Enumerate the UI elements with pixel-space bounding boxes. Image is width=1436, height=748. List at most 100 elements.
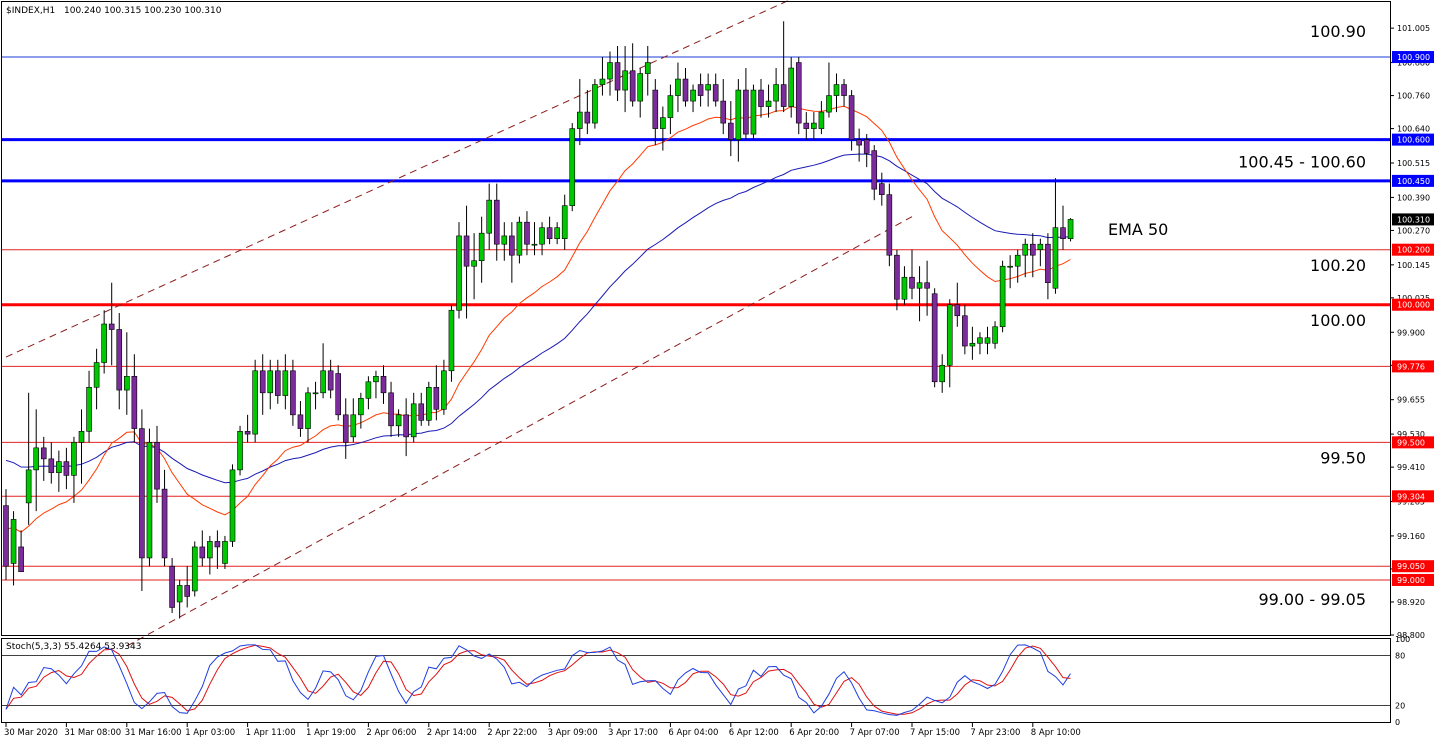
candle-body (305, 392, 311, 429)
candle-body (931, 293, 938, 383)
candle-body (327, 370, 334, 391)
candle-body (946, 304, 953, 366)
candle-body (773, 84, 779, 102)
candle-body (833, 84, 840, 96)
candle (229, 464, 236, 547)
time-tick-label: 2 Apr 14:00 (427, 728, 477, 738)
candle-body (637, 73, 644, 102)
time-tick-label: 6 Apr 04:00 (668, 728, 718, 738)
candle-body (425, 387, 432, 421)
candle-body (101, 323, 107, 363)
candle-body (1030, 243, 1036, 256)
price-tick-label: 100.515 (1397, 159, 1430, 168)
time-tick-label: 8 Apr 10:00 (1031, 728, 1081, 738)
candle (795, 57, 802, 135)
candle-body (290, 370, 296, 416)
level-annotation: 100.90 (1310, 22, 1366, 41)
price-tick-label: 99.900 (1397, 328, 1425, 337)
candle-body (40, 447, 47, 460)
price-tag-label: 100.900 (1397, 53, 1430, 62)
candle-body (999, 265, 1006, 328)
candle-body (448, 309, 455, 372)
candle-body (3, 505, 9, 567)
candle-body (780, 84, 787, 107)
time-tick-label: 31 Mar 08:00 (64, 728, 121, 738)
price-tag-label: 99.050 (1397, 562, 1425, 571)
candle-body (1022, 243, 1029, 256)
candle (592, 79, 598, 129)
candle-body (486, 199, 493, 234)
level-annotation: 100.45 - 100.60 (1238, 153, 1366, 172)
candle (191, 541, 198, 597)
ohlc-readout: 100.240 100.315 100.230 100.310 (64, 6, 222, 16)
level-annotation: 100.00 (1310, 311, 1366, 330)
candle-body (871, 150, 878, 190)
candle-body (456, 235, 462, 311)
time-tick-label: 7 Apr 23:00 (970, 728, 1020, 738)
candle (169, 557, 175, 613)
candle-body (1014, 254, 1021, 267)
candle-body (161, 488, 168, 559)
candle-body (750, 89, 757, 135)
candle-body (373, 375, 379, 383)
candle-body (901, 276, 908, 300)
candle (999, 260, 1006, 333)
price-tick-label: 101.005 (1397, 24, 1430, 33)
candle-body (493, 199, 500, 245)
price-tick-label: 99.410 (1397, 463, 1425, 472)
candle-body (237, 431, 243, 471)
candle-body (644, 62, 651, 74)
candle-body (124, 375, 130, 391)
candle-body (969, 342, 976, 347)
candle-body (184, 585, 190, 597)
price-tick-label: 99.160 (1397, 532, 1425, 541)
candle-body (10, 519, 17, 564)
candle (252, 359, 258, 443)
candle-body (622, 70, 628, 91)
candle-body (108, 323, 115, 330)
candle-body (116, 329, 123, 391)
candle-body (962, 315, 968, 347)
candlestick-chart: 100.90 100.45 - 100.60 EMA 50 100.20 100.00 9… (0, 0, 1436, 743)
candle-body (939, 364, 946, 383)
price-tick-label: 100.270 (1397, 226, 1430, 235)
candle-body (207, 541, 213, 559)
candle-body (267, 370, 274, 394)
candle-body (33, 447, 40, 471)
candle-body (992, 326, 998, 344)
candle-body (705, 84, 711, 91)
candle-body (501, 235, 508, 245)
price-tick-label: 100.145 (1397, 261, 1430, 270)
time-tick-label: 7 Apr 15:00 (910, 728, 960, 738)
price-tag-label: 100.000 (1397, 301, 1430, 310)
osc-tick-label: 0 (1395, 718, 1400, 727)
time-tick-label: 6 Apr 12:00 (729, 728, 779, 738)
candle-body (365, 381, 372, 399)
candle (750, 84, 757, 140)
candle-body (191, 546, 198, 592)
candle-body (712, 84, 719, 102)
osc-title: Stoch(5,3,3) 55.4264 53.9343 (6, 642, 141, 652)
time-tick-label: 1 Apr 19:00 (306, 728, 356, 738)
price-tag-label: 100.600 (1397, 136, 1430, 145)
candle-body (18, 546, 24, 572)
candle-body (1060, 227, 1066, 239)
candle-body (63, 461, 70, 476)
candle (1067, 218, 1074, 242)
level-annotation: EMA 50 (1108, 220, 1168, 239)
candle-body (894, 254, 900, 300)
candle (569, 123, 576, 212)
candle-body (599, 78, 606, 85)
candle (425, 381, 432, 426)
candle-body (93, 362, 100, 388)
candle-body (388, 392, 394, 427)
candle-body (524, 221, 530, 245)
candle-body (25, 469, 32, 504)
candle-body (795, 62, 802, 124)
candle-body (199, 546, 206, 559)
candle-body (297, 414, 304, 429)
candle-body (954, 304, 961, 317)
candle-body (576, 111, 583, 129)
candle-body (48, 458, 55, 473)
candle-body (584, 111, 591, 124)
